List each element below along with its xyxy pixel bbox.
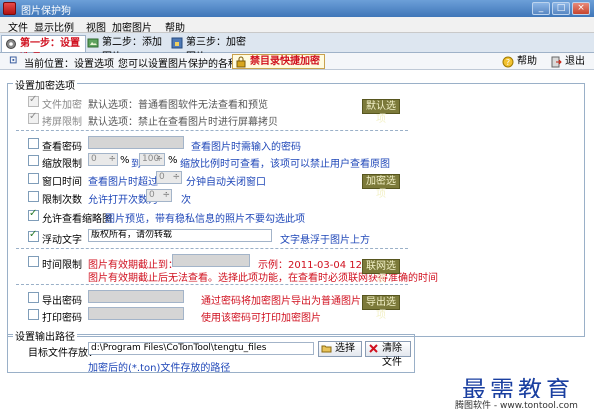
view-password-hint: 查看图片时需输入的密码 — [191, 142, 301, 153]
browse-button[interactable]: 选择 — [318, 341, 362, 357]
window-time-checkbox[interactable] — [28, 173, 39, 184]
export-password-input[interactable] — [88, 290, 184, 303]
encrypt-image-icon — [171, 37, 183, 49]
minimize-button[interactable]: _ — [532, 2, 550, 15]
main-content: 设置加密选项 文件加密 默认选项：普通看图软件无法查看和预览 拷屏限制 默认选项… — [0, 70, 594, 414]
browse-label: 选择 — [335, 343, 355, 354]
file-encrypt-label: 文件加密 — [42, 100, 82, 111]
encrypt-options-button[interactable]: 加密选项 — [362, 174, 400, 200]
menu-bar: 文件 显示比例 视图 加密图片 帮助 — [0, 17, 594, 34]
screen-limit-hint: 默认选项：禁止在查看图片时进行屏幕拷贝 — [88, 117, 278, 128]
allow-thumbnail-hint: 图片预览，带有稳私信息的照片不要勾选此项 — [105, 214, 305, 225]
help-label: 帮助 — [517, 56, 537, 67]
clear-files-label: 清除文件 — [382, 343, 402, 368]
export-password-label: 导出密码 — [42, 296, 82, 307]
zoom-limit-checkbox[interactable] — [28, 155, 39, 166]
location-current: 当前位置：设置选项 — [24, 59, 114, 70]
separator — [16, 284, 408, 285]
location-bar: ⊡ 当前位置：设置选项 您可以设置图片保护的各种参数 禁目录快捷加密 ? 帮助 … — [0, 53, 594, 70]
window-time-label: 窗口时间 — [42, 177, 82, 188]
exit-label: 退出 — [565, 56, 585, 67]
output-path-title: 设置输出路径 — [13, 328, 77, 343]
time-limit-checkbox[interactable] — [28, 256, 39, 267]
encrypt-options-title: 设置加密选项 — [13, 77, 77, 92]
tab-step3[interactable]: 第三步：加密图片 — [168, 35, 254, 63]
zoom-max-unit: % — [168, 155, 178, 166]
delete-icon — [369, 344, 378, 353]
location-marker: ⊡ — [9, 55, 18, 66]
help-button[interactable]: ? 帮助 — [499, 54, 542, 69]
zoom-max-input[interactable]: 100 — [139, 153, 165, 166]
menu-zoom[interactable]: 显示比例 — [34, 19, 74, 34]
help-icon: ? — [502, 56, 514, 68]
float-text-checkbox[interactable] — [28, 229, 39, 242]
zoom-min-unit: % — [120, 155, 130, 166]
separator — [16, 130, 408, 131]
limit-count-checkbox[interactable] — [28, 191, 39, 202]
title-bar: 图片保护狗 _ □ × — [0, 0, 594, 17]
network-options-button[interactable]: 联网选项 — [362, 259, 400, 285]
tab-step1[interactable]: 第一步：设置选项 — [1, 35, 86, 64]
output-path-hint: 加密后的(*.ton)文件存放的路径 — [88, 363, 231, 374]
time-limit-input[interactable] — [172, 254, 250, 267]
view-password-checkbox[interactable] — [28, 138, 39, 149]
print-password-label: 打印密码 — [42, 313, 82, 324]
file-encrypt-hint: 默认选项：普通看图软件无法查看和预览 — [88, 100, 268, 111]
file-encrypt-checkbox[interactable] — [28, 94, 39, 107]
output-path-input[interactable]: d:\Program Files\CoTonTool\tengtu_files — [88, 342, 314, 355]
zoom-limit-hint: 缩放比例时可查看，该项可以禁止用户查看原图 — [180, 159, 390, 170]
menu-view[interactable]: 视图 — [86, 19, 106, 34]
screen-limit-label: 拷屏限制 — [42, 117, 82, 128]
export-password-checkbox[interactable] — [28, 292, 39, 303]
window-time-suffix: 分钟自动关闭窗口 — [186, 177, 266, 188]
menu-file[interactable]: 文件 — [8, 19, 28, 34]
exit-button[interactable]: 退出 — [547, 54, 590, 69]
window-title: 图片保护狗 — [21, 6, 71, 17]
quick-encrypt-button[interactable]: 禁目录快捷加密 — [232, 54, 325, 69]
window-time-prefix: 查看图片时超过 — [88, 177, 158, 188]
exit-icon — [551, 56, 562, 68]
add-image-icon — [87, 38, 99, 48]
status-text: 腾图软件 - www.tontool.com — [455, 398, 578, 411]
tab-step2[interactable]: 第二步：添加图片 — [84, 35, 170, 63]
folder-icon — [321, 345, 332, 353]
zoom-min-input[interactable]: 0 — [88, 153, 118, 166]
maximize-button[interactable]: □ — [552, 2, 570, 15]
print-password-input[interactable] — [88, 307, 184, 320]
window-time-input[interactable]: 0 — [156, 171, 182, 184]
view-password-input[interactable] — [88, 136, 184, 149]
export-options-button[interactable]: 导出选项 — [362, 295, 400, 321]
limit-count-input[interactable]: 0 — [146, 189, 172, 202]
allow-thumbnail-checkbox[interactable] — [28, 208, 39, 221]
limit-count-suffix: 次 — [181, 195, 191, 206]
menu-encrypt[interactable]: 加密图片 — [112, 19, 152, 34]
app-icon — [3, 2, 16, 15]
close-button[interactable]: × — [572, 2, 590, 15]
lock-icon — [236, 56, 246, 68]
view-password-label: 查看密码 — [42, 142, 82, 153]
time-limit-label: 时间限制 — [42, 260, 82, 271]
zoom-limit-label: 缩放限制 — [42, 159, 82, 170]
gear-icon — [6, 39, 16, 49]
clear-files-button[interactable]: 清除文件 — [365, 341, 411, 368]
separator — [16, 248, 408, 249]
menu-help[interactable]: 帮助 — [165, 19, 185, 34]
float-text-input[interactable]: 版权所有，请勿转载 — [88, 229, 272, 242]
svg-text:?: ? — [506, 58, 510, 67]
default-options-button[interactable]: 默认选项 — [362, 99, 400, 125]
allow-thumbnail-label: 允许查看缩略图 — [42, 214, 112, 225]
print-password-hint: 使用该密码可打印加密图片 — [201, 313, 321, 324]
print-password-checkbox[interactable] — [28, 309, 39, 320]
screen-limit-checkbox[interactable] — [28, 111, 39, 124]
limit-count-label: 限制次数 — [42, 195, 82, 206]
quick-encrypt-label: 禁目录快捷加密 — [250, 56, 320, 67]
step-tabs: 第一步：设置选项 第二步：添加图片 第三步：加密图片 — [0, 33, 594, 64]
float-text-hint: 文字悬浮于图片上方 — [280, 235, 370, 246]
float-text-label: 浮动文字 — [42, 235, 82, 246]
export-password-hint: 通过密码将加密图片导出为普通图片 — [201, 296, 361, 307]
